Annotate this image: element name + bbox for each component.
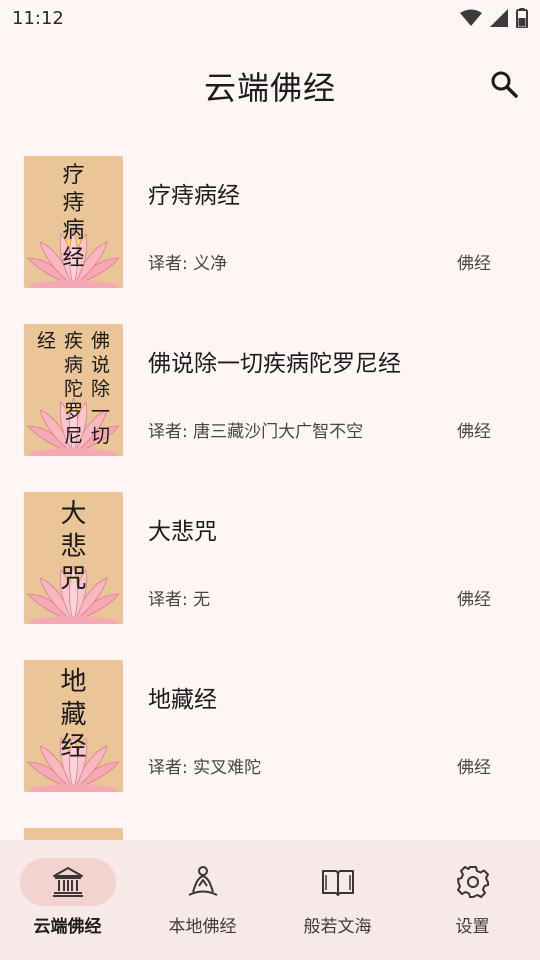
cover-title-column: 经 (36, 330, 56, 352)
temple-icon (52, 867, 83, 897)
nav-indicator (19, 858, 116, 906)
sutra-list-item-partial[interactable] (0, 808, 540, 840)
sutra-list-item[interactable]: 疗痔病经 疗痔病经 译者: 义净 佛经 (0, 136, 540, 304)
search-icon (491, 71, 518, 98)
sutra-category: 佛经 (457, 254, 491, 274)
page-title: 云端佛经 (203, 69, 336, 107)
sutra-translator: 译者: 义净 (148, 254, 228, 274)
sutra-title: 佛说除一切疾病陀罗尼经 (148, 351, 401, 377)
sutra-cover[interactable]: 地藏经 (24, 660, 123, 792)
nav-item-local-sutras[interactable]: 本地佛经 (135, 840, 270, 960)
sutra-cover[interactable]: 佛说除一切疾病陀罗尼经 (24, 324, 123, 456)
status-time: 11:12 (12, 7, 64, 29)
nav-label: 设置 (455, 917, 490, 937)
sutra-title: 大悲咒 (148, 519, 217, 545)
cover-title: 佛说除一切疾病陀罗尼经 (24, 324, 123, 456)
nav-label: 般若文海 (303, 917, 372, 937)
signal-icon (490, 9, 508, 27)
sutra-title: 疗痔病经 (148, 183, 240, 209)
search-button[interactable] (488, 68, 520, 100)
sutra-category: 佛经 (457, 422, 491, 442)
sutra-category: 佛经 (457, 758, 491, 778)
sutra-cover[interactable]: 大悲咒 (24, 492, 123, 624)
nav-item-settings[interactable]: 设置 (405, 840, 540, 960)
sutra-title: 地藏经 (148, 687, 217, 713)
cover-title-column: 疗痔病经 (62, 163, 85, 271)
sutra-list-item[interactable]: 佛说除一切疾病陀罗尼经 佛说除一切疾病陀罗尼经 译者: 唐三藏沙门大广智不空 佛… (0, 304, 540, 472)
status-bar: 11:12 (0, 0, 540, 36)
cover-title-column: 地藏经 (60, 667, 87, 762)
book-icon (321, 870, 354, 896)
cover-title-column: 佛说除一切 (91, 330, 111, 447)
sutra-list[interactable]: 疗痔病经 疗痔病经 译者: 义净 佛经 佛说除一切疾病陀罗尼经 佛说除一切疾病陀… (0, 136, 540, 840)
sutra-translator: 译者: 无 (148, 590, 211, 610)
sutra-category: 佛经 (457, 590, 491, 610)
sutra-translator: 译者: 实叉难陀 (148, 758, 262, 778)
meditation-icon (188, 866, 217, 896)
bottom-navigation: 云端佛经 本地佛经 般若文海 设置 (0, 840, 540, 960)
nav-indicator (155, 858, 251, 906)
nav-indicator (425, 858, 521, 906)
cover-title: 大悲咒 (24, 492, 123, 624)
cover-title-column: 大悲咒 (60, 499, 87, 594)
status-icons (460, 8, 528, 28)
battery-icon (516, 8, 528, 28)
cover-title: 地藏经 (24, 660, 123, 792)
nav-label: 云端佛经 (33, 917, 102, 937)
sutra-list-item[interactable]: 地藏经 地藏经 译者: 实叉难陀 佛经 (0, 640, 540, 808)
gear-icon (456, 866, 489, 898)
wifi-icon (460, 9, 482, 26)
sutra-translator: 译者: 唐三藏沙门大广智不空 (148, 422, 364, 442)
nav-item-prajna-texts[interactable]: 般若文海 (270, 840, 405, 960)
sutra-cover[interactable]: 疗痔病经 (24, 156, 123, 288)
sutra-cover[interactable] (24, 828, 123, 840)
nav-indicator (290, 858, 386, 906)
cover-title-column: 疾病陀罗尼 (63, 330, 83, 447)
cover-title: 疗痔病经 (24, 156, 123, 288)
nav-label: 本地佛经 (168, 917, 237, 937)
sutra-list-item[interactable]: 大悲咒 大悲咒 译者: 无 佛经 (0, 472, 540, 640)
app-bar: 云端佛经 (0, 36, 540, 136)
nav-item-cloud-sutras[interactable]: 云端佛经 (0, 840, 135, 960)
